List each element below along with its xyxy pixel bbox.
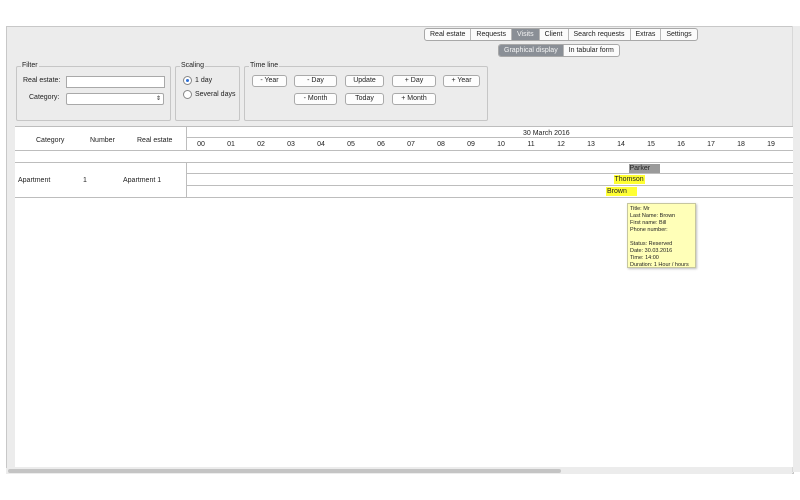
tab-requests[interactable]: Requests: [471, 29, 512, 40]
tooltip-phone: Phone number:: [630, 227, 668, 233]
plus-day-button[interactable]: + Day: [392, 75, 436, 87]
tab-real-estate[interactable]: Real estate: [425, 29, 472, 40]
hour-tick-label: 03: [287, 141, 295, 148]
booking-bar[interactable]: Parker: [628, 164, 660, 173]
category-select[interactable]: ⇕: [66, 93, 164, 105]
real-estate-label: Real estate:: [23, 77, 61, 84]
minus-year-button[interactable]: - Year: [252, 75, 287, 87]
tooltip-first-name: First name: Bill: [630, 220, 667, 226]
hour-tick-label: 15: [647, 141, 655, 148]
row-top-line: [15, 162, 793, 163]
booking-tooltip: Title: Mr Last Name: Brown First name: B…: [627, 203, 696, 268]
row-category: Apartment: [18, 177, 51, 184]
tooltip-duration: Duration: 1 Hour / hours: [630, 262, 689, 268]
booking-lane-line-1: [186, 173, 793, 174]
update-button[interactable]: Update: [345, 75, 384, 87]
date-header: 30 March 2016: [523, 130, 570, 137]
hour-tick-label: 17: [707, 141, 715, 148]
tooltip-last-name: Last Name: Brown: [630, 213, 676, 219]
booking-bar[interactable]: Thomson: [613, 175, 645, 184]
tab-search-requests[interactable]: Search requests: [569, 29, 631, 40]
scaling-1-day-radio[interactable]: [183, 76, 192, 85]
time-line-legend: Time line: [249, 62, 280, 69]
tooltip-title: Title: Mr: [630, 206, 650, 212]
real-estate-input[interactable]: [66, 76, 165, 88]
scaling-several-days-radio[interactable]: [183, 90, 192, 99]
hour-tick-label: 07: [407, 141, 415, 148]
header-column-divider: [186, 127, 187, 150]
hour-tick-label: 16: [677, 141, 685, 148]
tooltip-time: Time: 14:00: [630, 255, 659, 261]
filter-group: Filter Real estate: Category: ⇕: [16, 62, 171, 121]
hour-tick-label: 04: [317, 141, 325, 148]
hour-tick-label: 09: [467, 141, 475, 148]
display-mode-toggle: Graphical display In tabular form: [498, 44, 620, 57]
tab-client[interactable]: Client: [540, 29, 569, 40]
hour-tick-label: 06: [377, 141, 385, 148]
tooltip-date: Date: 30.03.2016: [630, 248, 673, 254]
vertical-scrollbar[interactable]: [792, 26, 800, 472]
column-header-category: Category: [36, 137, 65, 144]
scaling-legend: Scaling: [180, 62, 205, 69]
row-real-estate: Apartment 1: [123, 177, 162, 184]
tab-visits[interactable]: Visits: [512, 29, 540, 40]
minus-day-button[interactable]: - Day: [294, 75, 337, 87]
plus-year-button[interactable]: + Year: [443, 75, 480, 87]
graphical-display-button[interactable]: Graphical display: [499, 45, 564, 56]
hour-tick-label: 19: [767, 141, 775, 148]
column-header-real-estate: Real estate: [137, 137, 173, 144]
tab-settings[interactable]: Settings: [661, 29, 696, 40]
minus-month-button[interactable]: - Month: [294, 93, 337, 105]
scaling-several-days-label: Several days: [195, 91, 236, 98]
hour-tick-label: 02: [257, 141, 265, 148]
hour-tick-label: 18: [737, 141, 745, 148]
main-tab-bar: Real estate Requests Visits Client Searc…: [424, 28, 698, 41]
hour-tick-label: 08: [437, 141, 445, 148]
scaling-1-day-label: 1 day: [195, 77, 213, 84]
visit-timeline: Category Number Real estate 30 March 201…: [15, 126, 793, 467]
time-line-group: Time line - Year - Day Update + Day + Ye…: [244, 62, 488, 121]
header-bottom-line: [15, 150, 793, 151]
hour-tick-label: 12: [557, 141, 565, 148]
row-bottom-line: [15, 197, 793, 198]
booking-lane-line-2: [186, 185, 793, 186]
filter-legend: Filter: [21, 62, 39, 69]
row-number: 1: [83, 177, 87, 184]
row-column-divider: [186, 162, 187, 197]
date-header-divider: [186, 137, 793, 138]
tab-extras[interactable]: Extras: [631, 29, 662, 40]
booking-bar[interactable]: Brown: [606, 187, 637, 196]
tabular-form-button[interactable]: In tabular form: [564, 45, 619, 56]
today-button[interactable]: Today: [345, 93, 384, 105]
scaling-group: Scaling 1 day Several days: [175, 62, 240, 121]
hour-tick-label: 13: [587, 141, 595, 148]
hour-tick-label: 00: [197, 141, 205, 148]
tooltip-status: Status: Reserved: [630, 241, 673, 247]
hour-tick-label: 11: [527, 141, 535, 148]
tooltip-spacer: [630, 234, 693, 241]
plus-month-button[interactable]: + Month: [392, 93, 436, 105]
column-header-number: Number: [90, 137, 115, 144]
hour-tick-label: 14: [617, 141, 625, 148]
hour-tick-label: 05: [347, 141, 355, 148]
hour-tick-label: 10: [497, 141, 505, 148]
horizontal-scrollbar-thumb[interactable]: [8, 469, 561, 473]
category-label: Category:: [29, 94, 60, 101]
updown-arrow-icon: ⇕: [155, 96, 161, 102]
hour-tick-label: 01: [227, 141, 235, 148]
